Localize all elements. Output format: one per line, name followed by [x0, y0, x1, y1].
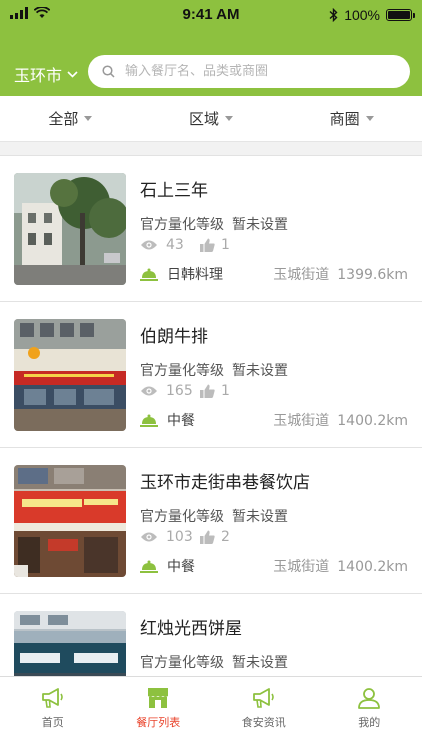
filter-label: 区域	[189, 110, 220, 128]
filter-label: 商圈	[329, 110, 360, 128]
restaurant-list: 石上三年 官方量化等级暂未设置 43 1 日韩料理 玉城街道1399.6km	[0, 155, 422, 677]
grade-label: 官方量化等级	[140, 655, 224, 671]
cuisine-row: 日韩料理	[140, 264, 223, 284]
restaurant-card[interactable]: 伯朗牛排 官方量化等级 暂未设置 165 1 中餐 玉城街道 1400.2km	[0, 302, 422, 448]
caret-down-icon	[84, 116, 93, 121]
cuisine-label: 中餐	[167, 559, 195, 575]
filter-label: 全部	[48, 110, 79, 128]
eye-icon	[141, 532, 157, 542]
restaurant-photo	[14, 173, 126, 285]
grade-label: 官方量化等级	[140, 363, 224, 379]
stats-row: 165 1	[140, 383, 230, 399]
restaurant-name: 石上三年	[140, 181, 208, 201]
grade-row: 官方量化等级 暂未设置	[140, 214, 288, 234]
location-row: 玉城街道 1400.2km	[273, 410, 408, 430]
chevron-down-icon	[67, 70, 78, 78]
search-bar[interactable]	[88, 55, 410, 88]
grade-value: 暂未设置	[232, 363, 288, 379]
bluetooth-icon	[329, 8, 338, 22]
like-count: 1	[221, 237, 230, 253]
filter-bar: 全部 区域 商圈	[0, 96, 422, 142]
cloche-icon	[140, 268, 158, 281]
tab-restaurant-list[interactable]: 餐厅列表	[106, 677, 212, 750]
storefront-icon	[148, 688, 169, 708]
view-count: 103	[166, 529, 193, 545]
street-label: 玉城街道	[273, 267, 330, 283]
distance-label: 1400.2km	[337, 413, 408, 429]
stats-row: 103 2	[140, 529, 230, 545]
street-label: 玉城街道	[273, 413, 330, 429]
battery-percent: 100%	[344, 7, 380, 23]
search-input[interactable]	[125, 64, 385, 79]
app-header: 9:41 AM 100% 玉环市	[0, 0, 422, 96]
person-icon	[358, 688, 381, 709]
tab-label: 我的	[358, 716, 381, 729]
battery-icon	[386, 9, 415, 21]
tab-food-safety-news[interactable]: 食安资讯	[211, 677, 317, 750]
distance-label: 1400.2km	[337, 559, 408, 575]
cuisine-label: 日韩料理	[167, 267, 223, 283]
grade-value: 暂未设置	[232, 217, 288, 233]
megaphone-icon	[252, 688, 274, 708]
status-right: 100%	[329, 7, 415, 23]
grade-label: 官方量化等级	[140, 217, 224, 233]
location-row: 玉城街道 1399.6km	[273, 264, 408, 284]
cuisine-row: 中餐	[140, 410, 195, 430]
grade-row: 官方量化等级 暂未设置	[140, 652, 288, 672]
like-count: 2	[221, 529, 230, 545]
filter-all[interactable]: 全部	[0, 96, 141, 141]
restaurant-name: 玉环市走街串巷餐饮店	[140, 473, 310, 493]
tab-label: 食安资讯	[241, 716, 286, 729]
restaurant-photo	[14, 319, 126, 431]
tab-bar: 首页 餐厅列表 食安资讯 我的	[0, 676, 422, 750]
caret-down-icon	[225, 116, 234, 121]
thumbs-up-icon	[200, 530, 215, 544]
grade-row: 官方量化等级 暂未设置	[140, 360, 288, 380]
tab-label: 首页	[41, 716, 64, 729]
stats-row: 43 1	[140, 237, 230, 253]
grade-row: 官方量化等级 暂未设置	[140, 506, 288, 526]
restaurant-name: 伯朗牛排	[140, 327, 208, 347]
thumbs-up-icon	[200, 238, 215, 252]
restaurant-photo	[14, 465, 126, 577]
like-count: 1	[221, 383, 230, 399]
city-label: 玉环市	[14, 66, 63, 85]
search-icon	[102, 65, 115, 78]
tab-mine[interactable]: 我的	[317, 677, 422, 750]
grade-label: 官方量化等级	[140, 509, 224, 525]
tab-label: 餐厅列表	[136, 716, 181, 729]
distance-label: 1399.6km	[337, 267, 408, 283]
filter-area[interactable]: 区域	[141, 96, 282, 141]
restaurant-card[interactable]: 红烛光西饼屋 官方量化等级 暂未设置	[0, 594, 422, 677]
restaurant-card[interactable]: 玉环市走街串巷餐饮店 官方量化等级 暂未设置 103 2 中餐 玉城街道 1400.…	[0, 448, 422, 594]
restaurant-card[interactable]: 石上三年 官方量化等级 暂未设置 43 1 日韩料理 玉城街道 1399.6km	[0, 156, 422, 302]
cuisine-row: 中餐	[140, 556, 195, 576]
caret-down-icon	[365, 116, 374, 121]
location-row: 玉城街道 1400.2km	[273, 556, 408, 576]
status-bar: 9:41 AM 100%	[0, 0, 422, 30]
thumbs-up-icon	[200, 384, 215, 398]
view-count: 165	[166, 383, 193, 399]
tab-home[interactable]: 首页	[0, 677, 106, 750]
eye-icon	[141, 386, 157, 396]
restaurant-name: 红烛光西饼屋	[140, 619, 242, 639]
grade-value: 暂未设置	[232, 655, 288, 671]
city-selector[interactable]: 玉环市	[14, 62, 78, 86]
filter-business-district[interactable]: 商圈	[281, 96, 422, 141]
view-count: 43	[166, 237, 184, 253]
megaphone-icon	[41, 688, 63, 708]
eye-icon	[141, 240, 157, 250]
cloche-icon	[140, 414, 158, 427]
street-label: 玉城街道	[273, 559, 330, 575]
cloche-icon	[140, 560, 158, 573]
grade-value: 暂未设置	[232, 509, 288, 525]
cuisine-label: 中餐	[167, 413, 195, 429]
restaurant-photo	[14, 611, 126, 677]
